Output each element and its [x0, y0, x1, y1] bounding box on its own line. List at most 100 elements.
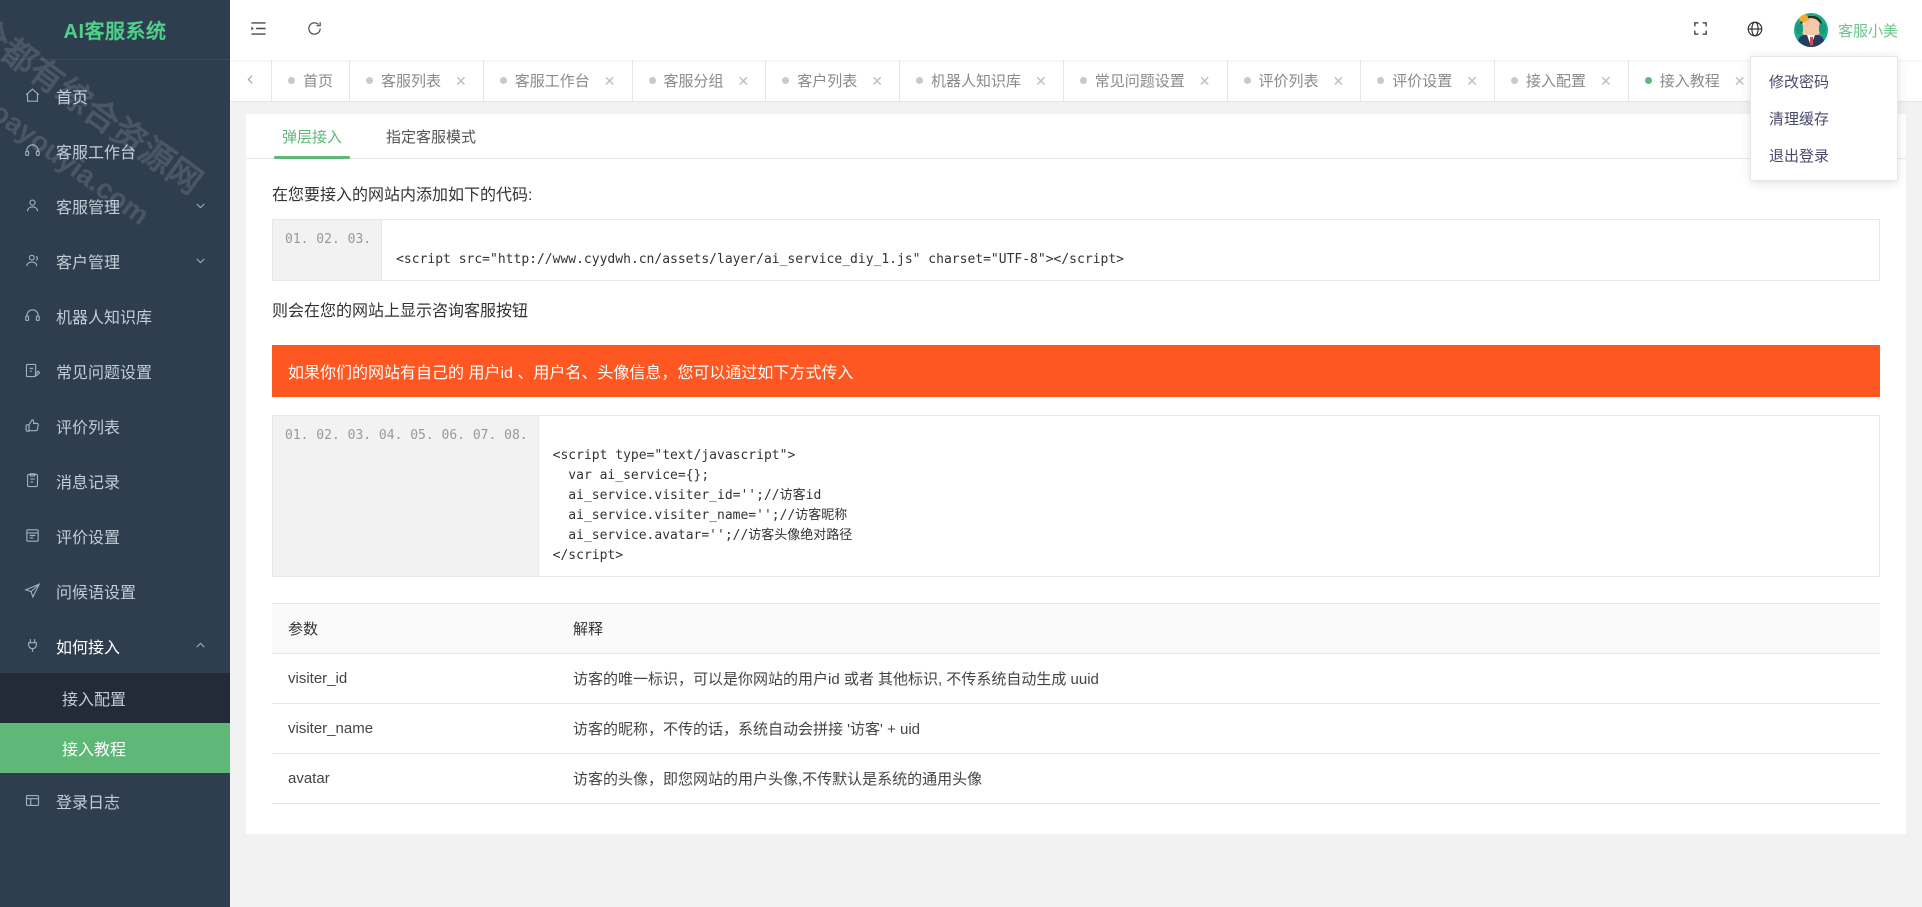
- sidebar-item-how-to-access[interactable]: 如何接入: [0, 618, 230, 673]
- column-header-desc: 解释: [557, 603, 1880, 654]
- tab-access-config[interactable]: 接入配置 ✕: [1495, 60, 1629, 101]
- menu-collapse-button[interactable]: [230, 0, 286, 60]
- column-header-param: 参数: [272, 603, 557, 654]
- menu-item-clear-cache[interactable]: 清理缓存: [1751, 100, 1897, 137]
- tab-close-icon[interactable]: ✕: [1333, 74, 1345, 88]
- tab-status-dot: [916, 77, 924, 84]
- main-area: 客服小美 修改密码 清理缓存 退出登录 首页 客服列表 ✕ 客服工作台 ✕ 客服…: [230, 0, 1922, 907]
- tab-status-dot: [366, 77, 374, 84]
- sidebar-item-rating-list[interactable]: 评价列表: [0, 398, 230, 453]
- tab-label: 首页: [303, 73, 334, 90]
- tab-close-icon[interactable]: ✕: [1600, 74, 1612, 88]
- code-block-visitor-info: 01. 02. 03. 04. 05. 06. 07. 08. <script …: [272, 415, 1880, 577]
- tab-label: 评价列表: [1258, 73, 1319, 90]
- tab-status-dot: [648, 77, 656, 84]
- robot-icon: [24, 307, 50, 324]
- tab-status-dot: [499, 77, 507, 84]
- sidebar-item-label: 常见问题设置: [56, 364, 153, 382]
- top-header: 客服小美 修改密码 清理缓存 退出登录: [230, 0, 1922, 181]
- sidebar-item-home[interactable]: 首页: [0, 68, 230, 123]
- tab-label: 客户列表: [797, 73, 858, 90]
- tab-home[interactable]: 首页: [272, 60, 351, 101]
- sidebar-item-workbench[interactable]: 客服工作台: [0, 123, 230, 178]
- user-dropdown-menu: 修改密码 清理缓存 退出登录: [1750, 56, 1898, 181]
- globe-icon: [1746, 20, 1764, 41]
- app-root: AI客服系统 首页 客服工作台 客服管理 客户管理 机器人知识库 常见问题设置 …: [0, 0, 1922, 907]
- user-menu-trigger[interactable]: 客服小美: [1782, 0, 1898, 60]
- sidebar-item-customer-management[interactable]: 客户管理: [0, 233, 230, 288]
- menu-item-logout[interactable]: 退出登录: [1751, 137, 1897, 174]
- sidebar-subitem-access-config[interactable]: 接入配置: [0, 673, 230, 723]
- tab-label: 客服分组: [663, 73, 724, 90]
- chevron-left-icon: [244, 73, 257, 89]
- subtab-label: 指定客服模式: [386, 128, 477, 146]
- tab-close-icon[interactable]: ✕: [1734, 74, 1746, 88]
- code-content[interactable]: <script type="text/javascript"> var ai_s…: [539, 416, 1879, 576]
- tab-close-icon[interactable]: ✕: [455, 74, 467, 88]
- sidebar-item-robot-kb[interactable]: 机器人知识库: [0, 288, 230, 343]
- tab-rating-list[interactable]: 评价列表 ✕: [1227, 60, 1362, 101]
- table-row: avatar 访客的头像，即您网站的用户头像,不传默认是系统的通用头像: [272, 753, 1880, 804]
- tab-label: 常见问题设置: [1094, 73, 1185, 90]
- sidebar-item-message-log[interactable]: 消息记录: [0, 453, 230, 508]
- tab-close-icon[interactable]: ✕: [604, 74, 616, 88]
- fullscreen-button[interactable]: [1674, 0, 1728, 60]
- menu-item-change-password[interactable]: 修改密码: [1751, 63, 1897, 100]
- code-content[interactable]: <script src="http://www.cyydwh.cn/assets…: [382, 220, 1879, 280]
- code-line-numbers: 01. 02. 03.: [273, 220, 383, 280]
- tab-close-icon[interactable]: ✕: [1035, 74, 1047, 88]
- rate-settings-icon: [24, 527, 50, 544]
- tab-close-icon[interactable]: ✕: [1466, 74, 1478, 88]
- after-code-note: 则会在您的网站上显示咨询客服按钮: [272, 303, 529, 320]
- tab-status-dot: [1644, 77, 1652, 84]
- subtab-layer-access[interactable]: 弹层接入: [260, 114, 364, 159]
- sidebar-item-label: 问候语设置: [56, 584, 137, 602]
- chevron-down-icon: [194, 199, 208, 212]
- sidebar-item-label: 首页: [56, 89, 89, 107]
- tab-customer-list[interactable]: 客户列表 ✕: [766, 60, 901, 101]
- cell-param-desc: 访客的头像，即您网站的用户头像,不传默认是系统的通用头像: [557, 753, 1880, 804]
- lead-instruction: 在您要接入的网站内添加如下的代码:: [272, 187, 533, 204]
- sub-tab-bar: 弹层接入 指定客服模式: [246, 114, 1906, 159]
- sidebar-item-faq-settings[interactable]: 常见问题设置: [0, 343, 230, 398]
- tab-access-tutorial[interactable]: 接入教程 ✕: [1628, 60, 1763, 101]
- tab-agent-list[interactable]: 客服列表 ✕: [350, 60, 484, 101]
- tab-status-dot: [288, 77, 295, 84]
- sidebar-item-login-log[interactable]: 登录日志: [0, 773, 230, 828]
- tabs-container: 首页 客服列表 ✕ 客服工作台 ✕ 客服分组 ✕ 客户列表 ✕ 机器人知识库 ✕…: [272, 60, 1922, 101]
- tab-status-dot: [1079, 77, 1087, 84]
- fullscreen-icon: [1692, 20, 1709, 40]
- sidebar-subitem-label: 接入配置: [62, 692, 127, 709]
- tab-close-icon[interactable]: ✕: [738, 74, 750, 88]
- tab-faq-settings[interactable]: 常见问题设置 ✕: [1063, 60, 1228, 101]
- headset-icon: [24, 142, 50, 159]
- tab-close-icon[interactable]: ✕: [1199, 74, 1211, 88]
- code-block-script-include: 01. 02. 03. <script src="http://www.cyyd…: [272, 219, 1880, 281]
- language-button[interactable]: [1728, 0, 1782, 60]
- sidebar-subitem-access-tutorial[interactable]: 接入教程: [0, 723, 230, 773]
- plug-icon: [24, 637, 50, 654]
- refresh-icon: [306, 20, 323, 40]
- sidebar: AI客服系统 首页 客服工作台 客服管理 客户管理 机器人知识库 常见问题设置 …: [0, 0, 230, 907]
- content-card: 弹层接入 指定客服模式 在您要接入的网站内添加如下的代码: 01. 02. 03…: [246, 114, 1906, 834]
- sidebar-submenu-how-to-access: 接入配置 接入教程: [0, 673, 230, 773]
- refresh-button[interactable]: [286, 0, 342, 60]
- tab-robot-kb[interactable]: 机器人知识库 ✕: [900, 60, 1064, 101]
- tutorial-body: 在您要接入的网站内添加如下的代码: 01. 02. 03. <script sr…: [246, 159, 1906, 834]
- sidebar-item-rating-settings[interactable]: 评价设置: [0, 508, 230, 563]
- users-icon: [24, 252, 50, 269]
- tab-scroll-left-button[interactable]: [230, 60, 272, 101]
- tab-status-dot: [1243, 77, 1251, 84]
- tab-label: 客服工作台: [514, 73, 590, 90]
- tab-rating-settings[interactable]: 评价设置 ✕: [1361, 60, 1496, 101]
- tab-label: 机器人知识库: [931, 73, 1022, 90]
- avatar: [1793, 13, 1828, 47]
- sidebar-item-greeting-settings[interactable]: 问候语设置: [0, 563, 230, 618]
- tab-status-dot: [782, 77, 790, 84]
- sidebar-item-agent-management[interactable]: 客服管理: [0, 178, 230, 233]
- subtab-assigned-agent-mode[interactable]: 指定客服模式: [364, 114, 498, 158]
- tab-close-icon[interactable]: ✕: [871, 74, 883, 88]
- sidebar-nav: 首页 客服工作台 客服管理 客户管理 机器人知识库 常见问题设置 评价列表 消息…: [0, 60, 230, 828]
- tab-agent-workbench[interactable]: 客服工作台 ✕: [483, 60, 633, 101]
- tab-agent-group[interactable]: 客服分组 ✕: [632, 60, 767, 101]
